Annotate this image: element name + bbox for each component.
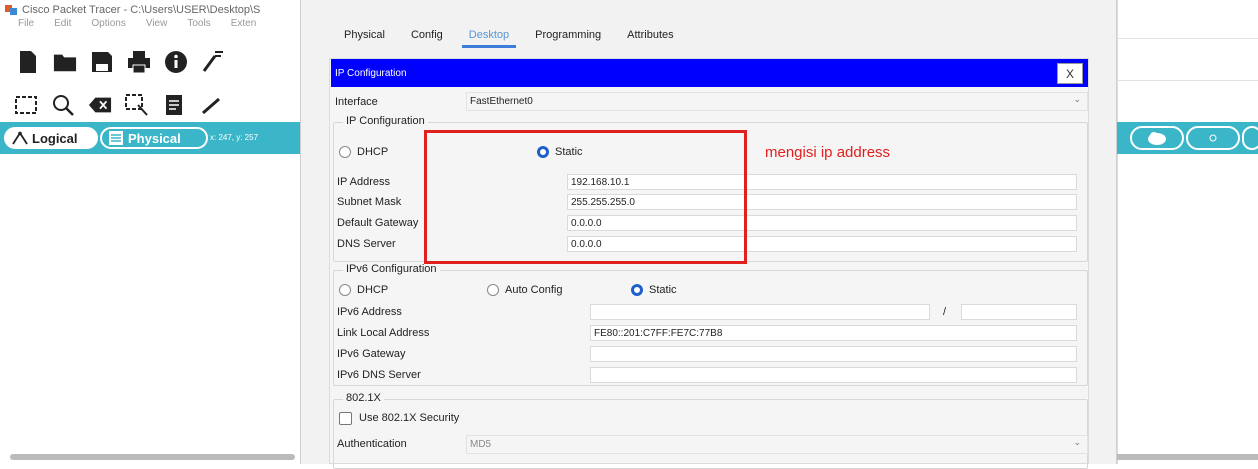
- default-gateway-label: Default Gateway: [337, 217, 419, 229]
- link-local-address-field[interactable]: FE80::201:C7FF:FE7C:77B8: [590, 325, 1077, 341]
- ipv6-gateway-field[interactable]: [590, 346, 1077, 362]
- ipv6-configuration-group-title: IPv6 Configuration: [343, 263, 440, 275]
- delete-icon[interactable]: [88, 93, 112, 117]
- menu-extensions[interactable]: Exten: [231, 18, 257, 29]
- cursor-coordinates: x: 247, y: 257: [210, 133, 259, 142]
- edit-toolbar: [14, 93, 223, 117]
- divider: [1117, 38, 1258, 39]
- note-icon[interactable]: [162, 93, 186, 117]
- device-tabs: Physical Config Desktop Programming Attr…: [331, 27, 687, 48]
- radio-off-icon: [339, 146, 351, 158]
- authentication-value: MD5: [470, 439, 492, 450]
- zoom-icon[interactable]: [51, 93, 75, 117]
- window-title: Cisco Packet Tracer - C:\Users\USER\Desk…: [22, 4, 261, 16]
- tab-desktop[interactable]: Desktop: [456, 27, 522, 48]
- ipv6-dhcp-radio[interactable]: DHCP: [339, 284, 388, 296]
- open-folder-icon[interactable]: [53, 50, 77, 74]
- ipv6-auto-config-label: Auto Config: [505, 284, 563, 296]
- ipv6-auto-config-radio[interactable]: Auto Config: [487, 284, 562, 296]
- ip-configuration-group-title: IP Configuration: [343, 115, 428, 127]
- tab-config[interactable]: Config: [398, 27, 456, 46]
- ipv6-address-field[interactable]: [590, 304, 930, 320]
- chevron-down-icon: ⌄: [1073, 94, 1081, 104]
- logical-view-button[interactable]: Logical: [4, 127, 98, 149]
- menu-file[interactable]: File: [18, 18, 34, 29]
- title-bar: Cisco Packet Tracer - C:\Users\USER\Desk…: [4, 2, 260, 18]
- main-toolbar: [16, 50, 225, 74]
- workspace-right: [1117, 0, 1258, 464]
- ipv6-dhcp-label: DHCP: [357, 284, 389, 296]
- cloud-icon: [1148, 132, 1166, 145]
- ipv6-static-label: Static: [649, 284, 677, 296]
- divider: [1117, 80, 1258, 81]
- info-icon[interactable]: [164, 50, 188, 74]
- ip-configuration-titlebar: IP Configuration X: [331, 59, 1088, 87]
- authentication-select[interactable]: MD5 ⌄: [466, 435, 1088, 454]
- navigation-button[interactable]: [1186, 126, 1240, 150]
- radio-off-icon: [339, 284, 351, 296]
- navigation-icon: [1209, 134, 1217, 142]
- tab-physical[interactable]: Physical: [331, 27, 398, 46]
- print-icon[interactable]: [127, 50, 151, 74]
- radio-on-icon: [631, 284, 643, 296]
- interface-value: FastEthernet0: [470, 96, 533, 107]
- packet-tracer-logo-icon: [5, 5, 17, 15]
- annotation-text: mengisi ip address: [765, 144, 891, 161]
- ipv6-gateway-label: IPv6 Gateway: [337, 348, 406, 360]
- menu-edit[interactable]: Edit: [54, 18, 71, 29]
- logical-icon: [12, 131, 28, 145]
- physical-view-button[interactable]: Physical: [100, 127, 208, 149]
- network-wizard-icon[interactable]: [201, 50, 225, 74]
- ipv6-dns-server-label: IPv6 DNS Server: [337, 369, 421, 381]
- save-icon[interactable]: [90, 50, 114, 74]
- prefix-separator: /: [943, 306, 947, 318]
- ipv6-address-label: IPv6 Address: [337, 306, 402, 318]
- ip-configuration-title: IP Configuration: [335, 67, 407, 79]
- chevron-down-icon: ⌄: [1073, 437, 1081, 447]
- dot1x-group-title: 802.1X: [343, 392, 384, 404]
- workspace-canvas[interactable]: [0, 154, 300, 454]
- draw-line-icon[interactable]: [199, 93, 223, 117]
- physical-label: Physical: [128, 130, 181, 146]
- link-local-address-label: Link Local Address: [337, 327, 430, 339]
- select-icon[interactable]: [14, 93, 38, 117]
- menu-options[interactable]: Options: [91, 18, 125, 29]
- cloud-button[interactable]: [1130, 126, 1184, 150]
- dns-server-label: DNS Server: [337, 238, 396, 250]
- next-button[interactable]: [1242, 126, 1258, 150]
- dot1x-group: [333, 399, 1088, 469]
- annotation-highlight-box: [424, 130, 747, 264]
- ipv6-dns-server-field[interactable]: [590, 367, 1077, 383]
- tab-attributes[interactable]: Attributes: [614, 27, 686, 46]
- new-file-icon[interactable]: [16, 50, 40, 74]
- dhcp-label: DHCP: [357, 146, 389, 158]
- logical-label: Logical: [32, 130, 78, 146]
- ip-address-label: IP Address: [337, 176, 390, 188]
- menu-tools[interactable]: Tools: [187, 18, 210, 29]
- interface-label: Interface: [335, 96, 378, 108]
- resize-icon[interactable]: [125, 93, 149, 117]
- horizontal-scrollbar[interactable]: [10, 454, 295, 460]
- divider: [1117, 0, 1118, 464]
- tab-programming[interactable]: Programming: [522, 27, 614, 46]
- physical-icon: [109, 131, 123, 145]
- ipv6-static-radio[interactable]: Static: [631, 284, 677, 296]
- use-dot1x-checkbox[interactable]: [339, 412, 352, 425]
- interface-select[interactable]: FastEthernet0 ⌄: [466, 92, 1088, 111]
- menu-view[interactable]: View: [146, 18, 168, 29]
- ipv6-prefix-field[interactable]: [961, 304, 1077, 320]
- menu-bar: File Edit Options View Tools Exten: [18, 18, 256, 29]
- subnet-mask-label: Subnet Mask: [337, 196, 402, 208]
- horizontal-scrollbar-right[interactable]: [1117, 454, 1258, 460]
- dhcp-radio[interactable]: DHCP: [339, 146, 388, 158]
- packet-tracer-window: Cisco Packet Tracer - C:\Users\USER\Desk…: [0, 0, 300, 464]
- radio-off-icon: [487, 284, 499, 296]
- close-button[interactable]: X: [1057, 63, 1083, 84]
- use-dot1x-label: Use 802.1X Security: [359, 412, 460, 424]
- authentication-label: Authentication: [337, 438, 407, 450]
